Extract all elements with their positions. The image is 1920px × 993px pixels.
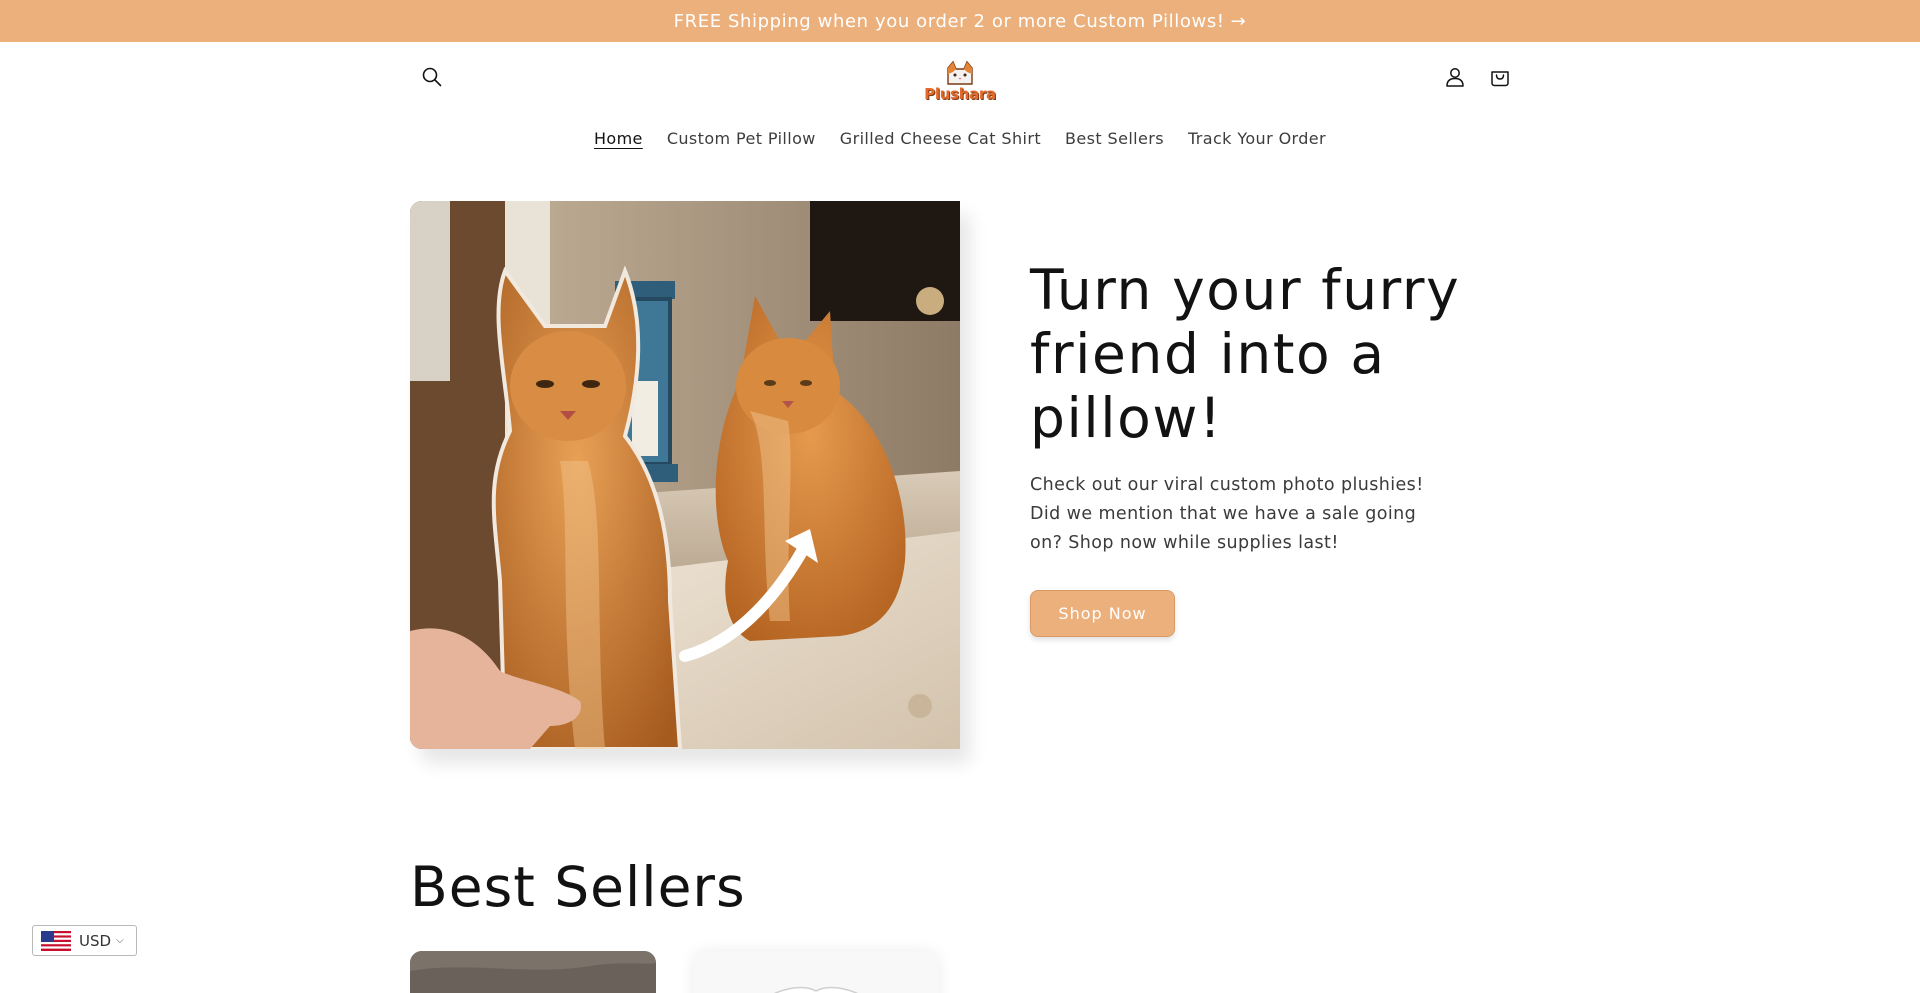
- best-sellers-title: Best Sellers: [410, 855, 746, 919]
- nav-item-custom-pet-pillow[interactable]: Custom Pet Pillow: [655, 126, 828, 152]
- announcement-bar[interactable]: FREE Shipping when you order 2 or more C…: [0, 0, 1920, 42]
- chevron-down-icon: ⌵: [116, 935, 124, 946]
- main-nav: Home Custom Pet Pillow Grilled Cheese Ca…: [0, 126, 1920, 152]
- search-icon: [422, 67, 442, 87]
- shop-now-button[interactable]: Shop Now: [1030, 590, 1175, 637]
- product-card[interactable]: [693, 951, 939, 993]
- cart-button[interactable]: [1478, 55, 1522, 99]
- account-button[interactable]: [1433, 55, 1477, 99]
- arrow-right-icon: →: [1230, 10, 1247, 32]
- hero-image: [410, 201, 960, 749]
- account-icon: [1446, 68, 1464, 87]
- logo-text: Plushara: [924, 85, 996, 103]
- logo[interactable]: Plushara: [918, 54, 1002, 102]
- nav-item-best-sellers[interactable]: Best Sellers: [1053, 126, 1176, 152]
- currency-selector[interactable]: USD ⌵: [32, 925, 137, 956]
- cat-pillow-photo: [410, 201, 960, 749]
- nav-item-grilled-cheese-cat-shirt[interactable]: Grilled Cheese Cat Shirt: [828, 126, 1053, 152]
- search-button[interactable]: [410, 55, 454, 99]
- announcement-text: FREE Shipping when you order 2 or more C…: [673, 10, 1225, 32]
- nav-item-track-your-order[interactable]: Track Your Order: [1176, 126, 1338, 152]
- cat-logo-icon: [947, 60, 973, 85]
- nav-item-home[interactable]: Home: [582, 126, 655, 152]
- site-header: Plushara: [410, 42, 1510, 112]
- cart-icon: [1491, 71, 1509, 87]
- product-image: [410, 951, 656, 993]
- currency-code: USD: [79, 931, 112, 950]
- hero-title: Turn your furry friend into a pillow!: [1030, 258, 1461, 450]
- us-flag-icon: [41, 930, 71, 951]
- hero-description: Check out our viral custom photo plushie…: [1030, 475, 1424, 553]
- product-card[interactable]: [410, 951, 656, 993]
- product-image: [693, 951, 939, 993]
